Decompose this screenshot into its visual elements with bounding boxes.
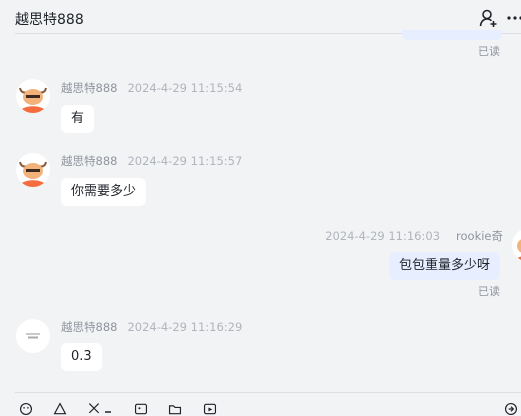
sender-name: 越思特888 — [61, 81, 118, 95]
message-meta: 越思特888 2024-4-29 11:15:54 — [61, 80, 242, 96]
sender-name: rookie奇 — [456, 229, 503, 243]
my-avatar[interactable] — [512, 228, 521, 262]
message-time: 2024-4-29 11:16:03 — [325, 229, 441, 243]
read-status: 已读 — [478, 285, 500, 298]
message-meta: 2024-4-29 11:16:03 rookie奇 — [325, 228, 503, 244]
message-time: 2024-4-29 11:15:57 — [127, 154, 243, 168]
message-meta: 越思特888 2024-4-29 11:16:29 — [61, 319, 242, 335]
message-bubble[interactable]: 包包重量多少呀 — [389, 252, 501, 280]
user-avatar-icon — [512, 228, 521, 262]
message-time: 2024-4-29 11:16:29 — [127, 320, 243, 334]
shop-logo-icon — [16, 319, 50, 353]
sender-avatar[interactable] — [16, 319, 50, 353]
bull-avatar-icon — [16, 153, 50, 187]
emoji-icon[interactable] — [17, 402, 35, 416]
message-bubble[interactable]: 0.3 — [61, 343, 102, 371]
toolbar-divider — [15, 392, 521, 393]
bull-avatar-icon — [16, 79, 50, 113]
folder-icon[interactable] — [166, 402, 184, 416]
add-user-icon[interactable] — [478, 8, 498, 28]
chat-header: 越思特888 — [0, 0, 521, 34]
more-icon[interactable] — [505, 8, 521, 28]
read-status: 已读 — [478, 45, 500, 58]
chevron-down-icon[interactable] — [104, 402, 112, 416]
video-icon[interactable] — [201, 402, 219, 416]
sender-name: 越思特888 — [61, 320, 118, 334]
sender-avatar[interactable] — [16, 79, 50, 113]
message-bubble[interactable]: 有 — [61, 105, 95, 133]
sender-name: 越思特888 — [61, 154, 118, 168]
input-toolbar — [0, 392, 521, 416]
previous-message-bubble — [402, 30, 502, 40]
message-meta: 越思特888 2024-4-29 11:15:57 — [61, 153, 242, 169]
message-time: 2024-4-29 11:15:54 — [127, 81, 243, 95]
image-icon[interactable] — [132, 402, 150, 416]
chat-title: 越思特888 — [15, 12, 84, 28]
scissors-icon[interactable] — [85, 402, 103, 416]
message-bubble[interactable]: 你需要多少 — [61, 178, 147, 206]
send-icon[interactable] — [502, 402, 520, 416]
shape-icon[interactable] — [51, 402, 69, 416]
sender-avatar[interactable] — [16, 153, 50, 187]
